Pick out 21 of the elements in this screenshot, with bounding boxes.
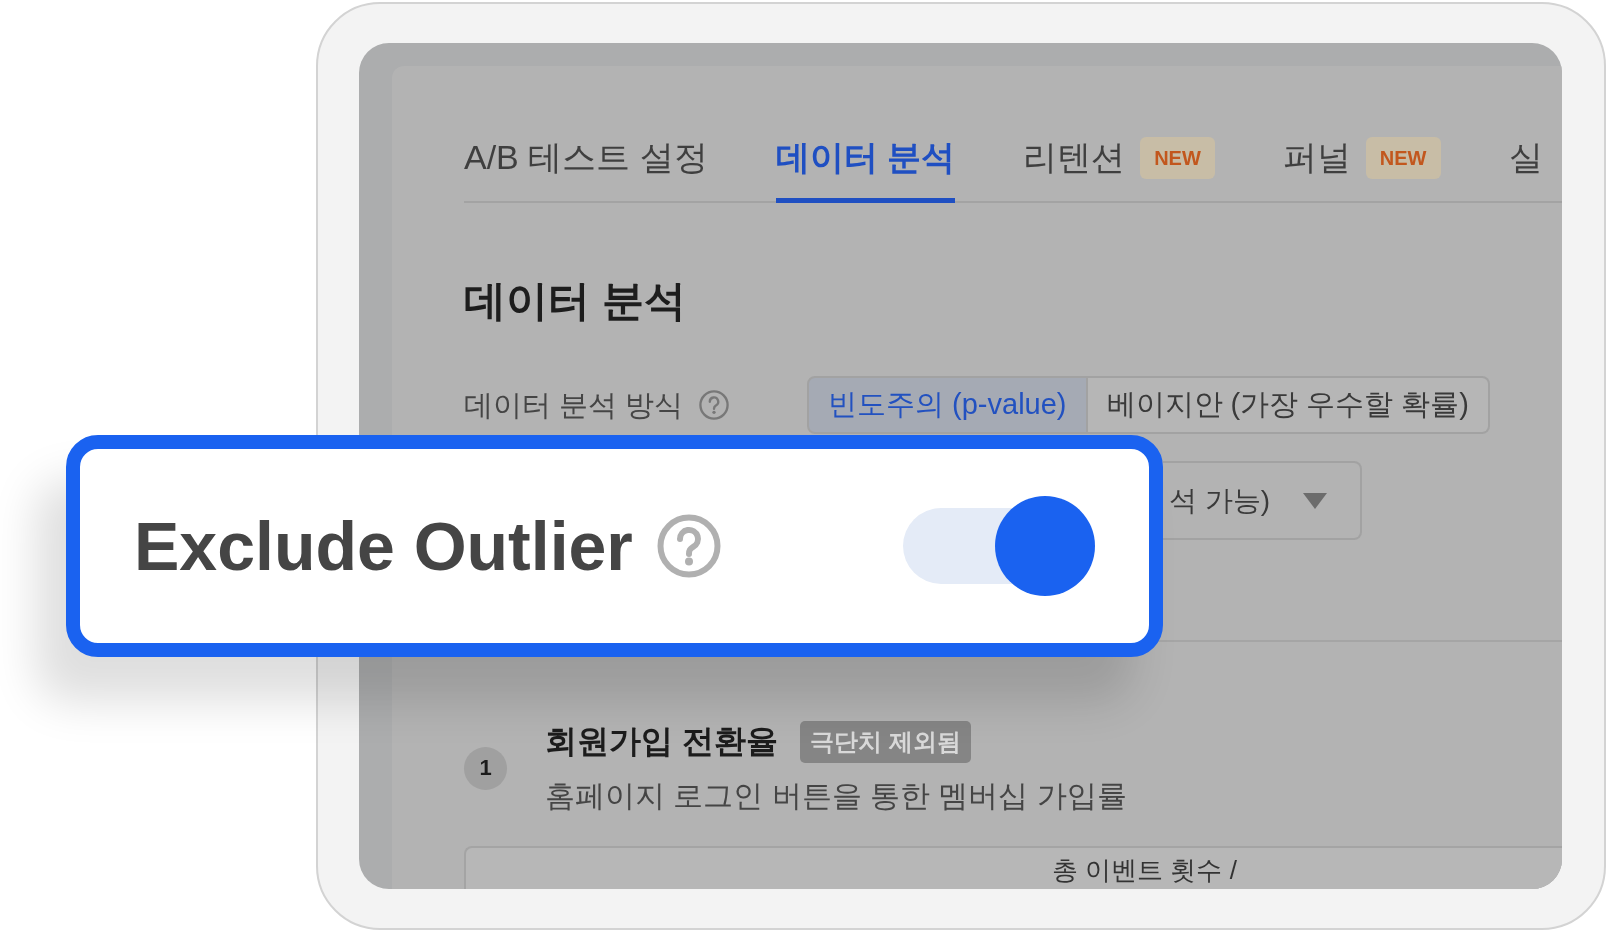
tab[interactable]: 데이터 분석 [775, 136, 956, 203]
metric-title: 회원가입 전환율 [545, 722, 778, 761]
segment-option[interactable]: 베이지안 (가장 우수할 확률) [1087, 376, 1490, 434]
tab[interactable]: 실 [1508, 136, 1543, 203]
metric-description: 홈페이지 로그인 버튼을 통한 멤버십 가입률 [545, 778, 1127, 814]
setting-label: Exclude Outlier [134, 507, 633, 586]
help-icon[interactable] [656, 514, 721, 578]
status-badge: 극단치 제외됨 [799, 721, 971, 763]
tab[interactable]: A/B 테스트 설정 [464, 136, 708, 203]
help-icon[interactable] [699, 390, 730, 420]
field-label: 데이터 분석 방식 [464, 388, 684, 423]
new-badge: NEW [1140, 136, 1215, 179]
segment-option[interactable]: 빈도주의 (p-value) [807, 376, 1088, 434]
tab[interactable]: 퍼널 NEW [1282, 136, 1441, 203]
column-header: 총 이벤트 횟수 / [1052, 855, 1237, 885]
row-number: 1 [464, 746, 507, 790]
caret-down-icon [1303, 492, 1327, 509]
tab[interactable]: 리텐션 NEW [1023, 136, 1215, 203]
page-title: 데이터 분석 [464, 276, 686, 326]
toggle-switch[interactable] [903, 496, 1095, 596]
new-badge: NEW [1365, 136, 1441, 179]
